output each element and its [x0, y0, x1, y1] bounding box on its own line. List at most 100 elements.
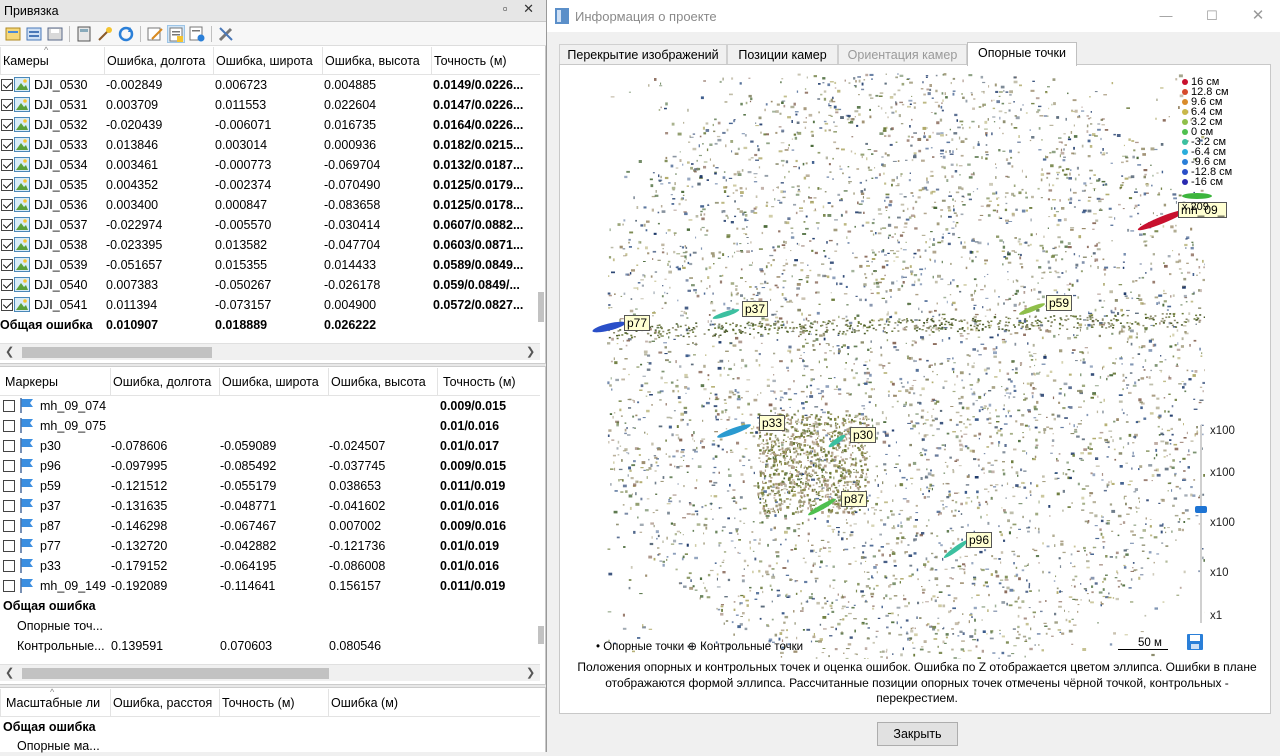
gcp-ellipse-p33[interactable] — [716, 422, 752, 440]
camera-checkbox[interactable] — [1, 99, 13, 111]
tools-icon[interactable] — [217, 25, 235, 43]
tab-camera-positions[interactable]: Позиции камер — [727, 44, 838, 65]
maximize-icon[interactable]: ☐ — [1189, 0, 1235, 32]
camera-checkbox[interactable] — [1, 139, 13, 151]
tab-control-points[interactable]: Опорные точки — [967, 42, 1077, 66]
close-button[interactable]: Закрыть — [877, 722, 958, 746]
camera-row[interactable]: DJI_05400.007383-0.050267-0.0261780.059/… — [0, 275, 540, 295]
calculator-icon[interactable] — [75, 25, 93, 43]
marker-row[interactable]: p87-0.146298-0.0674670.0070020.009/0.016 — [0, 516, 540, 536]
gcp-label-p59[interactable]: p59 — [1046, 295, 1072, 311]
markers-vertical-scrollbar[interactable] — [538, 626, 544, 644]
camera-row[interactable]: DJI_05350.004352-0.002374-0.0704900.0125… — [0, 175, 540, 195]
camera-checkbox[interactable] — [1, 279, 13, 291]
gcp-label-p77[interactable]: p77 — [624, 315, 650, 331]
column-header[interactable]: Масштабные ли — [0, 689, 110, 717]
export-icon[interactable] — [25, 25, 43, 43]
gcp-label-p33[interactable]: p33 — [759, 415, 785, 431]
close-icon[interactable]: ✕ — [1235, 0, 1280, 32]
column-header[interactable]: Ошибка, высота — [328, 368, 437, 396]
camera-row[interactable]: DJI_05360.0034000.000847-0.0836580.0125/… — [0, 195, 540, 215]
camera-row[interactable]: DJI_0532-0.020439-0.0060710.0167350.0164… — [0, 115, 540, 135]
column-header[interactable]: Ошибка, высота — [322, 47, 431, 75]
gcp-label-p96[interactable]: p96 — [966, 532, 992, 548]
marker-checkbox[interactable] — [3, 500, 15, 512]
column-header[interactable]: Точность (м) — [219, 689, 328, 717]
gcp-ellipse-p87[interactable] — [807, 497, 837, 517]
camera-checkbox[interactable] — [1, 179, 13, 191]
marker-row[interactable]: p33-0.179152-0.064195-0.0860080.01/0.016 — [0, 556, 540, 576]
import-icon[interactable] — [4, 25, 22, 43]
cameras-horizontal-scrollbar[interactable]: ❮ ❯ — [0, 343, 540, 360]
marker-row[interactable]: mh_09_0740.009/0.015 — [0, 396, 540, 416]
column-header[interactable]: Камеры — [0, 47, 104, 75]
column-header[interactable]: Ошибка, расстоя — [110, 689, 219, 717]
marker-row[interactable]: p77-0.132720-0.042882-0.1217360.01/0.019 — [0, 536, 540, 556]
panel-splitter[interactable] — [0, 363, 546, 367]
cameras-vertical-scrollbar[interactable] — [538, 292, 544, 322]
scalebars-sub-row[interactable]: Опорные ма... — [0, 736, 540, 756]
scroll-thumb[interactable] — [22, 668, 329, 679]
zoom-slider[interactable]: x100 x100 x100 x10 x1 — [1196, 425, 1256, 625]
marker-checkbox[interactable] — [3, 520, 15, 532]
markers-check-row[interactable]: Контрольные... 0.139591 0.070603 0.08054… — [0, 636, 540, 656]
marker-row[interactable]: p37-0.131635-0.048771-0.0416020.01/0.016 — [0, 496, 540, 516]
view-source-icon[interactable] — [167, 25, 185, 43]
gcp-ellipse-p59[interactable] — [1018, 301, 1046, 316]
camera-checkbox[interactable] — [1, 199, 13, 211]
marker-checkbox[interactable] — [3, 440, 15, 452]
gcp-ellipse-p77[interactable] — [592, 319, 627, 334]
gcp-ellipse-p30[interactable] — [827, 433, 846, 449]
scroll-thumb[interactable] — [22, 347, 212, 358]
scroll-left-icon[interactable]: ❮ — [5, 345, 14, 358]
camera-row[interactable]: DJI_0539-0.0516570.0153550.0144330.0589/… — [0, 255, 540, 275]
column-header[interactable]: Ошибка, широта — [213, 47, 322, 75]
refresh-icon[interactable] — [117, 25, 135, 43]
marker-row[interactable]: mh_09_149-0.192089-0.1146410.1561570.011… — [0, 576, 540, 596]
markers-horizontal-scrollbar[interactable]: ❮ ❯ — [0, 664, 540, 681]
marker-row[interactable]: p96-0.097995-0.085492-0.0377450.009/0.01… — [0, 456, 540, 476]
scroll-right-icon[interactable]: ❯ — [526, 666, 535, 679]
gcp-label-p30[interactable]: p30 — [850, 427, 876, 443]
camera-row[interactable]: DJI_05340.003461-0.000773-0.0697040.0132… — [0, 155, 540, 175]
scroll-right-icon[interactable]: ❯ — [526, 345, 535, 358]
tab-image-overlap[interactable]: Перекрытие изображений — [559, 44, 727, 65]
column-header[interactable]: Ошибка (м) — [328, 689, 437, 717]
gcp-label-p87[interactable]: p87 — [841, 491, 867, 507]
markers-control-row[interactable]: Опорные точ... — [0, 616, 540, 636]
column-header[interactable]: Точность (м) — [437, 368, 540, 396]
save-table-icon[interactable] — [46, 25, 64, 43]
marker-row[interactable]: p30-0.078606-0.059089-0.0245070.01/0.017 — [0, 436, 540, 456]
camera-checkbox[interactable] — [1, 159, 13, 171]
camera-row[interactable]: DJI_0538-0.0233950.013582-0.0477040.0603… — [0, 235, 540, 255]
camera-checkbox[interactable] — [1, 299, 13, 311]
column-header[interactable]: Точность (м) — [431, 47, 540, 75]
column-header[interactable]: Ошибка, долгота — [110, 368, 219, 396]
panel-splitter[interactable] — [0, 684, 546, 688]
gcp-label-p37[interactable]: p37 — [742, 301, 768, 317]
camera-row[interactable]: DJI_05330.0138460.0030140.0009360.0182/0… — [0, 135, 540, 155]
camera-checkbox[interactable] — [1, 219, 13, 231]
marker-checkbox[interactable] — [3, 400, 15, 412]
camera-row[interactable]: DJI_0530-0.0028490.0067230.0048850.0149/… — [0, 75, 540, 95]
marker-checkbox[interactable] — [3, 460, 15, 472]
edit-settings-icon[interactable] — [146, 25, 164, 43]
panel-window-buttons[interactable]: ▫ ✕ — [503, 1, 540, 17]
zoom-slider-handle[interactable] — [1195, 506, 1207, 513]
marker-row[interactable]: p59-0.121512-0.0551790.0386530.011/0.019 — [0, 476, 540, 496]
marker-checkbox[interactable] — [3, 480, 15, 492]
zoom-slider-track[interactable] — [1200, 425, 1202, 623]
column-header[interactable]: Маркеры — [0, 368, 110, 396]
save-icon[interactable] — [1186, 633, 1204, 651]
marker-checkbox[interactable] — [3, 560, 15, 572]
column-header[interactable]: Ошибка, широта — [219, 368, 328, 396]
wand-icon[interactable] — [96, 25, 114, 43]
marker-checkbox[interactable] — [3, 540, 15, 552]
camera-row[interactable]: DJI_0537-0.022974-0.005570-0.0304140.060… — [0, 215, 540, 235]
minimize-icon[interactable]: — — [1143, 0, 1189, 32]
camera-checkbox[interactable] — [1, 259, 13, 271]
gcp-ellipse-p37[interactable] — [712, 307, 740, 320]
camera-row[interactable]: DJI_05410.011394-0.0731570.0049000.0572/… — [0, 295, 540, 315]
scroll-left-icon[interactable]: ❮ — [5, 666, 14, 679]
camera-checkbox[interactable] — [1, 119, 13, 131]
